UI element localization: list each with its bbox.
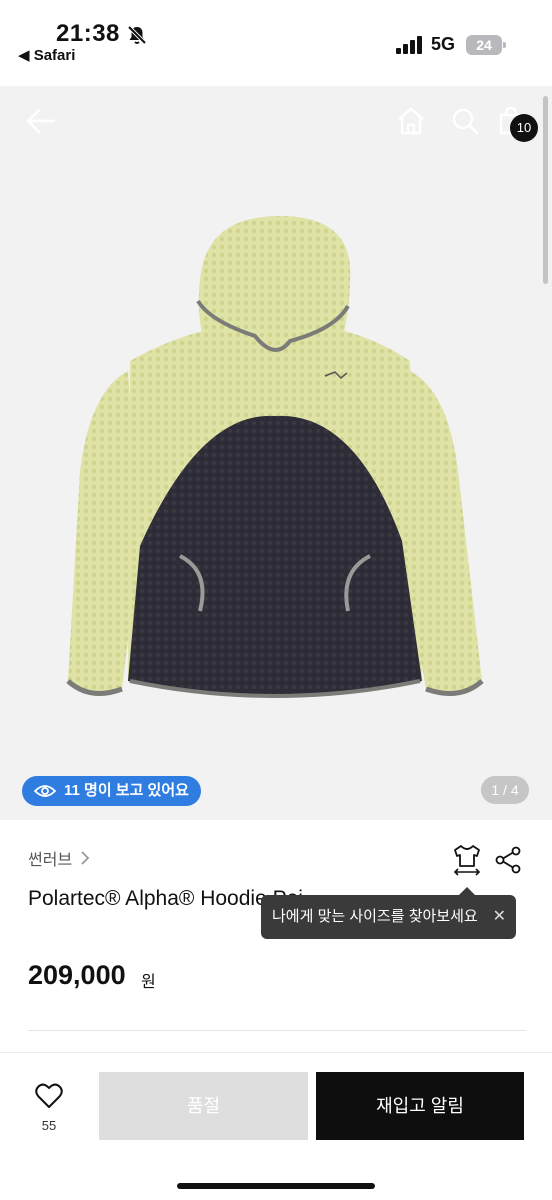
search-icon[interactable] — [450, 106, 480, 136]
status-time: 21:38 — [56, 20, 120, 47]
divider — [28, 1030, 526, 1031]
home-indicator — [177, 1183, 375, 1189]
close-icon[interactable]: ✕ — [493, 895, 506, 939]
viewer-count-badge: 11 명이 보고 있어요 — [22, 776, 201, 806]
price-currency: 원 — [141, 974, 156, 991]
hoodie-product-image — [66, 216, 484, 698]
network-type: 5G — [431, 34, 456, 54]
size-guide-icon[interactable] — [452, 844, 482, 876]
back-arrow-icon[interactable] — [24, 106, 58, 136]
heart-icon — [35, 1083, 63, 1108]
page-scrollbar[interactable] — [543, 96, 548, 284]
bell-slash-icon — [127, 25, 147, 45]
share-icon[interactable] — [494, 846, 522, 874]
size-tooltip: 나에게 맞는 사이즈를 찾아보세요 ✕ — [261, 887, 516, 939]
like-button[interactable]: 55 — [24, 1083, 74, 1133]
chevron-right-icon[interactable] — [80, 850, 90, 866]
size-tooltip-text: 나에게 맞는 사이즈를 찾아보세요 — [272, 908, 478, 925]
cellular-signal-icon — [396, 36, 424, 54]
product-price: 209,000 — [28, 960, 126, 990]
restock-alert-button[interactable]: 재입고 알림 — [316, 1072, 524, 1140]
status-bar: 21:38 ◀ Safari 5G 24 — [0, 0, 552, 86]
brand-link[interactable]: 썬러브 — [28, 846, 72, 870]
home-icon[interactable] — [395, 106, 427, 136]
like-count: 55 — [41, 1118, 57, 1133]
cart-count-badge: 10 — [510, 114, 538, 142]
back-to-safari[interactable]: ◀ Safari — [18, 46, 75, 64]
eye-icon — [34, 785, 56, 797]
image-page-indicator: 1 / 4 — [481, 776, 529, 804]
viewer-count-text: 11 명이 보고 있어요 — [64, 782, 189, 799]
soldout-button[interactable]: 품절 — [99, 1072, 308, 1140]
bottom-action-bar: 55 품절 재입고 알림 — [0, 1052, 552, 1200]
battery-indicator: 24 — [466, 35, 506, 55]
product-image-gallery[interactable]: 10 11 명이 보고 있어요 1 / 4 — [0, 86, 552, 820]
